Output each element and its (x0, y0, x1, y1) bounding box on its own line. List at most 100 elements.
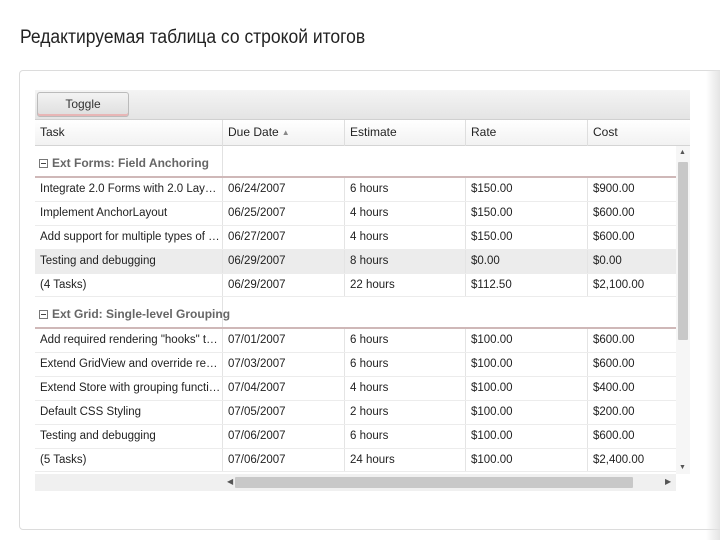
summary-row: (5 Tasks) 07/06/2007 24 hours $100.00 $2… (35, 449, 676, 472)
vertical-scrollbar[interactable]: ▲ ▼ (676, 146, 690, 474)
cell-due-date[interactable]: 07/06/2007 (223, 425, 345, 448)
column-header-task[interactable]: Task (35, 120, 223, 146)
cell-task[interactable]: Testing and debugging (35, 425, 223, 448)
cell-cost: $400.00 (593, 382, 635, 394)
scroll-left-arrow-icon[interactable]: ◀ (227, 477, 233, 486)
vertical-scroll-thumb[interactable] (678, 162, 688, 340)
group-header-label-wrap: Ext Forms: Field Anchoring (39, 156, 209, 170)
summary-cost: $2,100.00 (593, 279, 645, 291)
summary-rate: $112.50 (466, 274, 588, 296)
toggle-summary-button[interactable]: Toggle Summary (37, 92, 129, 133)
table-row[interactable]: Default CSS Styling 07/05/2007 2 hours $… (35, 401, 676, 425)
cell-rate[interactable]: $100.00 (466, 425, 588, 448)
summary-row: (4 Tasks) 06/29/2007 22 hours $112.50 $2… (35, 274, 676, 297)
cell-estimate[interactable]: 4 hours (345, 202, 466, 225)
cell-task[interactable]: Integrate 2.0 Forms with 2.0 Layouts (35, 178, 223, 201)
cell-cost: $600.00 (593, 358, 635, 370)
group-header-label-wrap: Ext Grid: Single-level Grouping (39, 307, 230, 321)
panel-edge-shadow (706, 70, 720, 540)
table-row[interactable]: Extend GridView and override rend... 07/… (35, 353, 676, 377)
cell-cost: $600.00 (593, 231, 635, 243)
column-header-label: Rate (471, 125, 497, 139)
cell-due-date[interactable]: 06/24/2007 (223, 178, 345, 201)
cell-cost: $600.00 (593, 334, 635, 346)
column-header-estimate[interactable]: Estimate (345, 120, 466, 146)
cell-estimate[interactable]: 8 hours (345, 250, 466, 273)
cell-due-date[interactable]: 06/29/2007 (223, 250, 345, 273)
cell-estimate[interactable]: 2 hours (345, 401, 466, 424)
cell-estimate[interactable]: 6 hours (345, 353, 466, 376)
table-row[interactable]: Testing and debugging 07/06/2007 6 hours… (35, 425, 676, 449)
table-row[interactable]: Integrate 2.0 Forms with 2.0 Layouts 06/… (35, 178, 676, 202)
cell-due-date[interactable]: 06/27/2007 (223, 226, 345, 249)
cell-task[interactable]: Testing and debugging (35, 250, 223, 273)
scroll-down-arrow-icon[interactable]: ▼ (679, 464, 686, 471)
cell-rate[interactable]: $0.00 (466, 250, 588, 273)
cell-task[interactable]: Add support for multiple types of an... (35, 226, 223, 249)
page-title: Редактируемая таблица со строкой итогов (20, 27, 366, 48)
cell-task[interactable]: Extend GridView and override rend... (35, 353, 223, 376)
summary-task-count: (5 Tasks) (35, 449, 223, 471)
cell-cost: $600.00 (593, 430, 635, 442)
summary-estimate: 24 hours (345, 449, 466, 471)
column-header-label: Estimate (350, 125, 397, 139)
cell-rate[interactable]: $150.00 (466, 178, 588, 201)
cell-rate[interactable]: $150.00 (466, 226, 588, 249)
cell-task[interactable]: Extend Store with grouping function... (35, 377, 223, 400)
table-row[interactable]: Add required rendering "hooks" to G... 0… (35, 329, 676, 353)
summary-task-count: (4 Tasks) (35, 274, 223, 296)
table-row[interactable]: Implement AnchorLayout 06/25/2007 4 hour… (35, 202, 676, 226)
summary-due-date: 07/06/2007 (223, 449, 345, 471)
grid-toolbar: Toggle Summary (35, 90, 690, 133)
column-header-label: Cost (593, 125, 618, 139)
cell-rate[interactable]: $150.00 (466, 202, 588, 225)
group-header-row[interactable]: Ext Grid: Single-level Grouping (35, 297, 676, 329)
summary-due-date: 06/29/2007 (223, 274, 345, 296)
cell-task[interactable]: Implement AnchorLayout (35, 202, 223, 225)
column-header-cost[interactable]: Cost (588, 120, 690, 146)
group-column-divider (222, 297, 223, 327)
cell-estimate[interactable]: 6 hours (345, 425, 466, 448)
grid-body: Ext Forms: Field Anchoring Integrate 2.0… (35, 146, 676, 474)
cell-task[interactable]: Default CSS Styling (35, 401, 223, 424)
cell-due-date[interactable]: 06/25/2007 (223, 202, 345, 225)
collapse-minus-icon[interactable] (39, 309, 48, 319)
cell-cost: $600.00 (593, 207, 635, 219)
scroll-up-arrow-icon[interactable]: ▲ (679, 149, 686, 156)
cell-rate[interactable]: $100.00 (466, 329, 588, 352)
group-header-row[interactable]: Ext Forms: Field Anchoring (35, 146, 676, 178)
cell-due-date[interactable]: 07/04/2007 (223, 377, 345, 400)
table-row-selected[interactable]: Testing and debugging 06/29/2007 8 hours… (35, 250, 676, 274)
cell-estimate[interactable]: 4 hours (345, 226, 466, 249)
cell-due-date[interactable]: 07/01/2007 (223, 329, 345, 352)
group-label: Ext Grid: Single-level Grouping (52, 307, 231, 321)
grid-header: Task Due Date ▲ Estimate Rate Cost (35, 120, 690, 146)
cell-due-date[interactable]: 07/05/2007 (223, 401, 345, 424)
cell-rate[interactable]: $100.00 (466, 377, 588, 400)
column-header-due-date[interactable]: Due Date ▲ (223, 120, 345, 146)
cell-estimate[interactable]: 6 hours (345, 329, 466, 352)
cell-task[interactable]: Add required rendering "hooks" to G... (35, 329, 223, 352)
summary-rate: $100.00 (466, 449, 588, 471)
column-header-label: Task (40, 125, 65, 139)
horizontal-scroll-thumb[interactable] (235, 477, 633, 488)
column-header-rate[interactable]: Rate (466, 120, 588, 146)
cell-rate[interactable]: $100.00 (466, 353, 588, 376)
summary-estimate: 22 hours (345, 274, 466, 296)
column-header-label: Due Date (228, 125, 279, 139)
cell-estimate[interactable]: 6 hours (345, 178, 466, 201)
horizontal-scrollbar[interactable]: ◀ ▶ (35, 474, 676, 491)
cell-rate[interactable]: $100.00 (466, 401, 588, 424)
group-column-divider (222, 146, 223, 176)
cell-cost: $0.00 (593, 255, 622, 267)
cell-cost: $900.00 (593, 183, 635, 195)
collapse-minus-icon[interactable] (39, 158, 48, 168)
cell-due-date[interactable]: 07/03/2007 (223, 353, 345, 376)
table-row[interactable]: Extend Store with grouping function... 0… (35, 377, 676, 401)
summary-cost: $2,400.00 (593, 454, 645, 466)
cell-estimate[interactable]: 4 hours (345, 377, 466, 400)
scroll-right-arrow-icon[interactable]: ▶ (665, 477, 671, 486)
cell-cost: $200.00 (593, 406, 635, 418)
table-row[interactable]: Add support for multiple types of an... … (35, 226, 676, 250)
group-label: Ext Forms: Field Anchoring (52, 156, 209, 170)
